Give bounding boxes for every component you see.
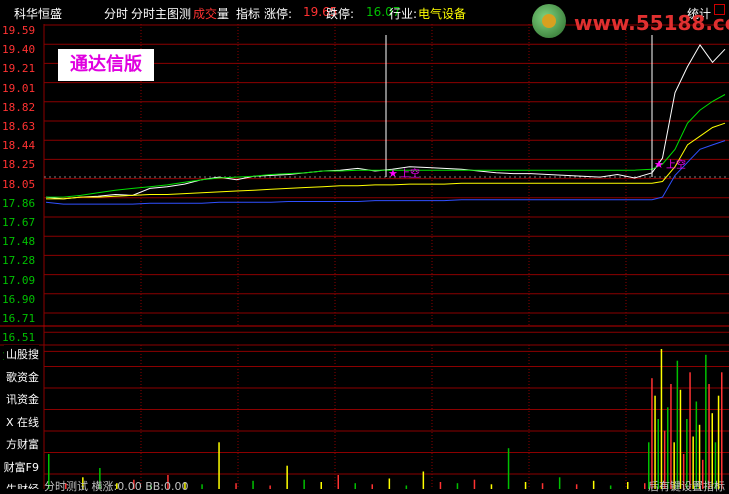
volume-bar: [689, 372, 691, 489]
volume-bar: [575, 484, 578, 489]
watermark-text: www.55188.com: [574, 11, 729, 35]
signal-marker-1: ★: [388, 167, 398, 180]
menu-intraday[interactable]: 分时: [104, 5, 128, 22]
volume-bar: [354, 483, 356, 489]
price-axis-label: 17.09: [2, 273, 36, 287]
volume-bar: [592, 480, 595, 489]
price-axis-label: 19.59: [2, 24, 36, 37]
side-link-item[interactable]: 财富F9: [1, 457, 39, 476]
side-link-item[interactable]: 山股搜: [4, 345, 39, 363]
volume-bar: [456, 483, 459, 489]
price-axis-label: 18.44: [2, 139, 36, 153]
volume-bar: [473, 479, 476, 489]
menu-intraday-main-test[interactable]: 分时主图测: [131, 5, 191, 22]
side-link-item[interactable]: 歌资金: [4, 367, 39, 386]
price-axis-label: 18.05: [2, 177, 36, 191]
price-axis-label: 16.90: [2, 292, 36, 306]
chart-grid: [0, 24, 729, 489]
volume-bar: [670, 384, 672, 489]
stock-name: 科华恒盛: [14, 7, 63, 21]
price-axis-label: 18.25: [2, 158, 36, 172]
volume-bar: [717, 395, 720, 489]
price-axis-label: 17.67: [2, 216, 36, 229]
menu-volume-prefix: 成: [193, 7, 206, 21]
side-link-item[interactable]: 牛财经: [4, 480, 39, 489]
price-axis-label: 19.40: [2, 43, 36, 57]
volume-bar: [490, 484, 493, 489]
price-axis-label: 19.01: [2, 81, 36, 95]
menu-volume-suffix: 量: [217, 7, 230, 21]
volume-bar: [721, 372, 723, 489]
volume-bar: [439, 482, 442, 489]
side-link-item[interactable]: 方财富: [4, 435, 39, 453]
side-link-item[interactable]: X 在线: [3, 412, 39, 431]
industry-value: 电气设备: [418, 7, 467, 21]
price-axis-label: 16.51: [2, 331, 36, 345]
volume-bar: [371, 484, 373, 489]
price-axis-label: 19.21: [2, 62, 36, 76]
limit-down-label: 跌停:: [326, 7, 355, 21]
side-links: 山股搜歌资金讯资金 X 在线方财富财富F9 牛财经: [0, 345, 42, 489]
volume-bar: [609, 485, 612, 489]
signal-markers: ★ 上空 ★ 上空: [388, 158, 686, 180]
price-axis-label: 18.82: [2, 100, 36, 114]
volume-bar: [679, 389, 682, 489]
signal-label-1: 上空: [400, 167, 420, 180]
price-axis-label: 17.28: [2, 254, 36, 268]
volume-bar: [705, 354, 707, 489]
price-axis-label: 16.71: [2, 312, 36, 325]
signal-label-2: 上空: [666, 158, 686, 171]
volume-bar: [235, 483, 237, 489]
menu-indicator[interactable]: 指标: [236, 5, 260, 22]
volume-bar: [388, 478, 391, 489]
volume-bar: [422, 471, 425, 489]
volume-bar: [507, 448, 510, 489]
volume-bar: [644, 483, 646, 489]
menu-volume-mid: 交: [205, 7, 218, 21]
volume-bar: [541, 483, 544, 489]
industry-label: 行业:: [389, 7, 418, 21]
volume-bar: [320, 482, 322, 489]
volume-bar: [303, 479, 305, 489]
volume-bar: [651, 378, 653, 489]
volume-bars: [48, 349, 723, 489]
volume-bar: [558, 477, 561, 489]
price-axis-label: 17.86: [2, 196, 36, 210]
site-logo-icon: [532, 4, 566, 38]
volume-bar: [524, 482, 527, 489]
volume-bar: [405, 485, 408, 489]
menu-volume[interactable]: 成交量: [193, 5, 229, 22]
price-axis: 19.59 19.40 19.21 19.01 18.82 18.63 18.44 18.25…: [0, 24, 42, 363]
footer-status: 分时测试 横涨:0.00 BB:0.00: [44, 480, 189, 493]
price-axis-label: 17.48: [2, 235, 36, 249]
signal-marker-2: ★: [654, 158, 664, 171]
version-badge: 通达信版: [58, 49, 154, 81]
volume-bar: [218, 442, 220, 489]
footer-hint: 后有键设置指标: [648, 480, 725, 493]
volume-bar: [252, 480, 254, 489]
limit-up-label: 涨停:: [264, 7, 293, 21]
volume-bar: [708, 384, 710, 489]
volume-bar: [286, 465, 288, 489]
volume-bar: [676, 360, 679, 489]
volume-bar: [660, 349, 663, 489]
volume-bar: [627, 482, 629, 489]
volume-bar: [337, 475, 339, 489]
volume-bar: [654, 395, 656, 489]
volume-bar: [695, 401, 698, 489]
side-link-item[interactable]: 讯资金: [4, 390, 39, 408]
volume-bar: [667, 407, 669, 489]
price-axis-label: 18.63: [2, 120, 36, 133]
watermark: www.55188.com: [532, 4, 729, 42]
volume-bar: [201, 484, 203, 489]
volume-bar: [269, 485, 271, 489]
